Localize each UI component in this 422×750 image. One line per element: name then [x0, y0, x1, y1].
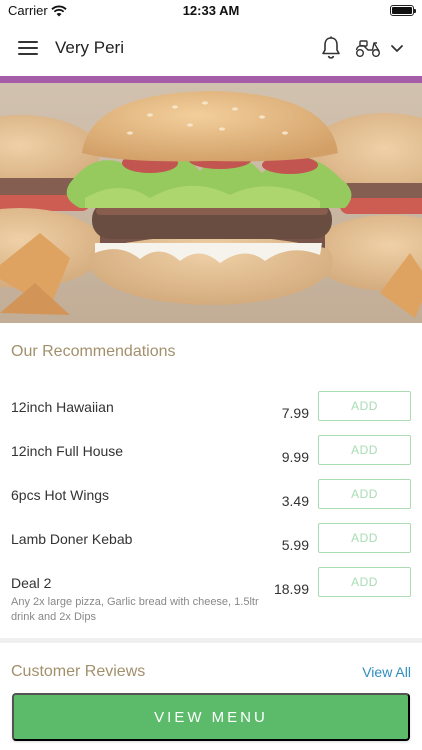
recommendations-title: Our Recommendations: [11, 343, 176, 360]
item-name: 6pcs Hot Wings: [11, 487, 110, 503]
item-description: Any 2x large pizza, Garlic bread with ch…: [11, 596, 259, 623]
item-name: Lamb Doner Kebab: [11, 531, 133, 547]
restaurant-title: Very Peri: [55, 38, 124, 57]
chevron-down-icon[interactable]: [390, 41, 404, 59]
battery-icon: [390, 5, 416, 16]
item-name: 12inch Hawaiian: [11, 399, 114, 415]
add-button[interactable]: ADD: [318, 435, 411, 465]
clock: 12:33 AM: [182, 3, 240, 18]
add-button[interactable]: ADD: [318, 479, 411, 509]
item-price: 9.99: [281, 449, 309, 465]
scooter-icon[interactable]: [354, 38, 382, 63]
bell-icon[interactable]: [320, 36, 342, 65]
add-button[interactable]: ADD: [318, 391, 411, 421]
customer-reviews-title: Customer Reviews: [11, 663, 146, 680]
item-price: 5.99: [281, 537, 309, 553]
item-price: 18.99: [273, 581, 309, 597]
add-button[interactable]: ADD: [318, 567, 411, 597]
item-name: Deal 2: [11, 575, 52, 591]
view-menu-button[interactable]: VIEW MENU: [12, 693, 410, 741]
status-bar: Carrier 12:33 AM: [0, 0, 422, 22]
app-header: Very Peri: [0, 22, 422, 76]
add-button[interactable]: ADD: [318, 523, 411, 553]
item-price: 3.49: [281, 493, 309, 509]
hero-burger-image: [0, 83, 422, 323]
view-all-link[interactable]: View All: [362, 664, 411, 680]
section-divider: [0, 638, 422, 643]
item-price: 7.99: [281, 405, 309, 421]
menu-icon[interactable]: [18, 41, 38, 55]
header-accent-bar: [0, 76, 422, 83]
item-name: 12inch Full House: [11, 443, 124, 459]
